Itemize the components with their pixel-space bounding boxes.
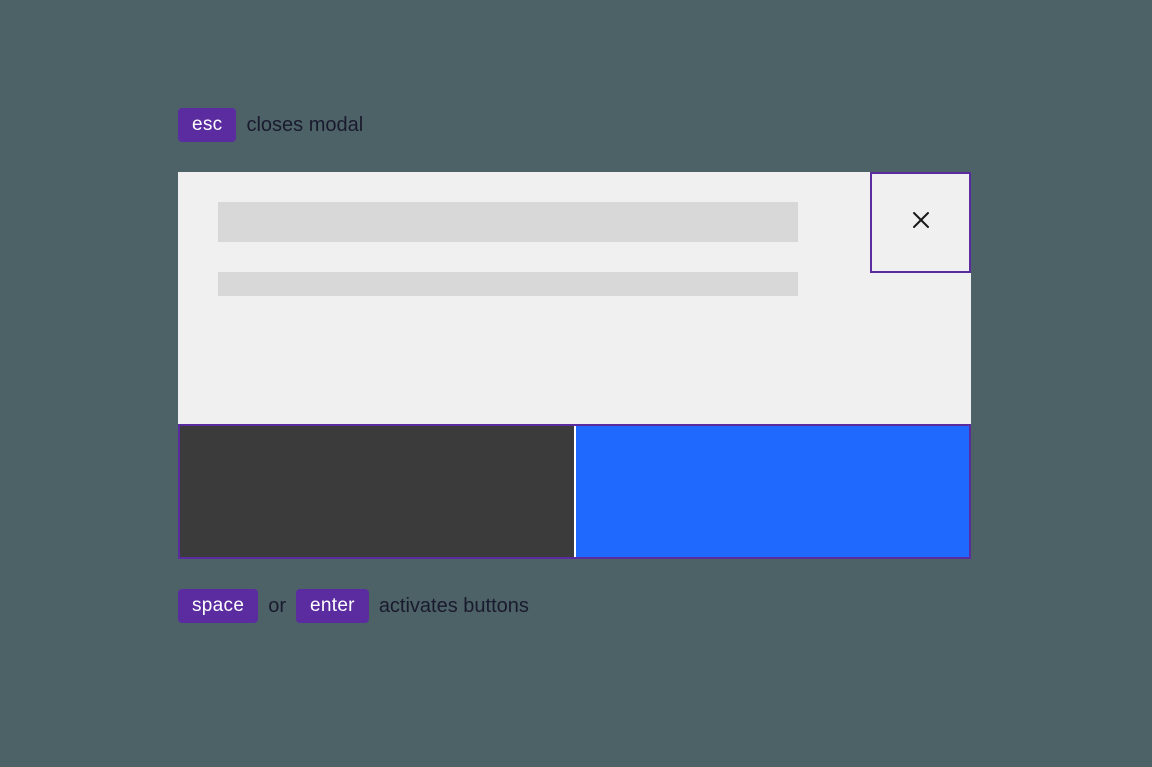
separator-text: or <box>268 595 286 618</box>
modal-dialog <box>178 172 971 559</box>
placeholder-line-2 <box>218 272 798 296</box>
enter-key-badge: enter <box>296 589 369 623</box>
space-key-badge: space <box>178 589 258 623</box>
primary-button[interactable] <box>576 426 970 557</box>
esc-annotation-text: closes modal <box>246 114 363 137</box>
close-button[interactable] <box>870 172 971 273</box>
modal-body <box>178 172 971 426</box>
activate-annotation-text: activates buttons <box>379 595 529 618</box>
modal-footer <box>178 424 971 559</box>
placeholder-line-1 <box>218 202 798 242</box>
esc-key-badge: esc <box>178 108 236 142</box>
secondary-button[interactable] <box>180 426 576 557</box>
activate-annotation: space or enter activates buttons <box>178 589 971 623</box>
close-icon <box>909 208 933 237</box>
esc-annotation: esc closes modal <box>178 108 971 142</box>
